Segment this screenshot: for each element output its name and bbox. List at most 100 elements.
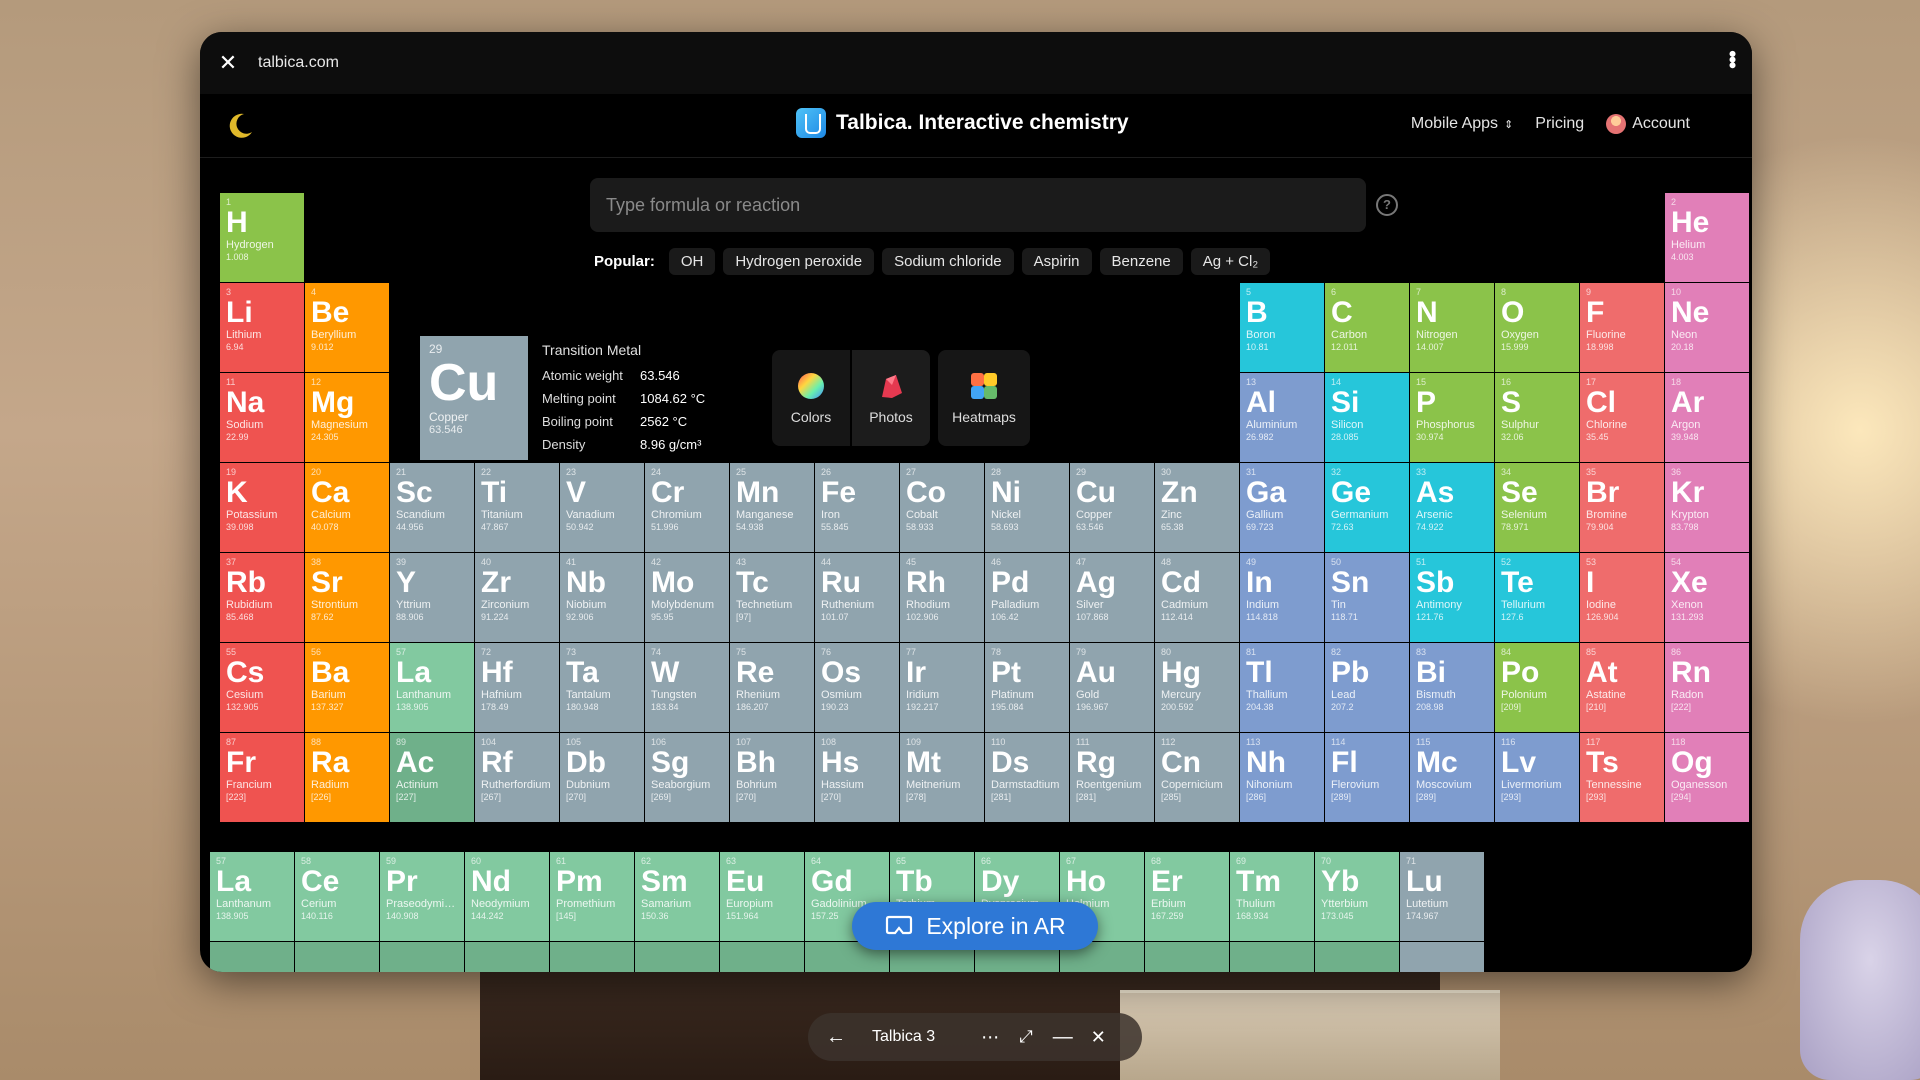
window-title[interactable]: Talbica 3	[872, 1028, 935, 1046]
actinide-row-tile[interactable]	[380, 942, 464, 972]
actinide-row-tile[interactable]	[210, 942, 294, 972]
element-tile-fe[interactable]: 26 Fe Iron 55.845	[815, 463, 899, 552]
close-window-icon[interactable]: ✕	[1091, 1027, 1106, 1048]
element-tile-in[interactable]: 49 In Indium 114.818	[1240, 553, 1324, 642]
actinide-row-tile[interactable]	[1230, 942, 1314, 972]
element-tile-zn[interactable]: 30 Zn Zinc 65.38	[1155, 463, 1239, 552]
element-tile-hs[interactable]: 108 Hs Hassium [270]	[815, 733, 899, 822]
element-tile-nd[interactable]: 60 Nd Neodymium 144.242	[465, 852, 549, 941]
element-tile-ge[interactable]: 32 Ge Germanium 72.63	[1325, 463, 1409, 552]
element-tile-ce[interactable]: 58 Ce Cerium 140.116	[295, 852, 379, 941]
selected-element-tile[interactable]: 29 Cu Copper 63.546	[420, 336, 528, 460]
element-tile-ni[interactable]: 28 Ni Nickel 58.693	[985, 463, 1069, 552]
element-tile-ds[interactable]: 110 Ds Darmstadtium [281]	[985, 733, 1069, 822]
popular-chip[interactable]: Ag + Cl₂	[1190, 248, 1271, 275]
element-tile-ru[interactable]: 44 Ru Ruthenium 101.07	[815, 553, 899, 642]
element-tile-p[interactable]: 15 P Phosphorus 30.974	[1410, 373, 1494, 462]
element-tile-mn[interactable]: 25 Mn Manganese 54.938	[730, 463, 814, 552]
nav-mobile-apps[interactable]: Mobile Apps ⇕	[1411, 115, 1513, 133]
actinide-row-tile[interactable]	[720, 942, 804, 972]
element-tile-at[interactable]: 85 At Astatine [210]	[1580, 643, 1664, 732]
element-tile-ne[interactable]: 10 Ne Neon 20.18	[1665, 283, 1749, 372]
element-tile-co[interactable]: 27 Co Cobalt 58.933	[900, 463, 984, 552]
popular-chip[interactable]: Benzene	[1099, 248, 1183, 275]
element-tile-s[interactable]: 16 S Sulphur 32.06	[1495, 373, 1579, 462]
nav-account[interactable]: Account	[1606, 114, 1690, 134]
element-tile-cn[interactable]: 112 Cn Copernicium [285]	[1155, 733, 1239, 822]
element-tile-la[interactable]: 57 La Lanthanum 138.905	[390, 643, 474, 732]
minimize-icon[interactable]: —	[1053, 1026, 1073, 1049]
element-tile-al[interactable]: 13 Al Aluminium 26.982	[1240, 373, 1324, 462]
element-tile-bh[interactable]: 107 Bh Bohrium [270]	[730, 733, 814, 822]
help-icon[interactable]: ?	[1376, 194, 1398, 216]
element-tile-tm[interactable]: 69 Tm Thulium 168.934	[1230, 852, 1314, 941]
element-tile-mc[interactable]: 115 Mc Moscovium [289]	[1410, 733, 1494, 822]
element-tile-cd[interactable]: 48 Cd Cadmium 112.414	[1155, 553, 1239, 642]
more-menu-icon[interactable]: •••	[1720, 50, 1745, 67]
more-dots-icon[interactable]: ⋯	[981, 1027, 999, 1048]
actinide-row-tile[interactable]	[1145, 942, 1229, 972]
actinide-row-tile[interactable]	[635, 942, 719, 972]
expand-icon[interactable]: ⤢	[1019, 1027, 1033, 1047]
element-tile-os[interactable]: 76 Os Osmium 190.23	[815, 643, 899, 732]
element-tile-sb[interactable]: 51 Sb Antimony 121.76	[1410, 553, 1494, 642]
element-tile-as[interactable]: 33 As Arsenic 74.922	[1410, 463, 1494, 552]
element-tile-rh[interactable]: 45 Rh Rhodium 102.906	[900, 553, 984, 642]
element-tile-rn[interactable]: 86 Rn Radon [222]	[1665, 643, 1749, 732]
element-tile-hf[interactable]: 72 Hf Hafnium 178.49	[475, 643, 559, 732]
element-tile-pt[interactable]: 78 Pt Platinum 195.084	[985, 643, 1069, 732]
nav-pricing[interactable]: Pricing	[1535, 115, 1584, 133]
actinide-row-tile[interactable]	[465, 942, 549, 972]
element-tile-na[interactable]: 11 Na Sodium 22.99	[220, 373, 304, 462]
element-tile-ga[interactable]: 31 Ga Gallium 69.723	[1240, 463, 1324, 552]
element-tile-yb[interactable]: 70 Yb Ytterbium 173.045	[1315, 852, 1399, 941]
element-tile-ca[interactable]: 20 Ca Calcium 40.078	[305, 463, 389, 552]
actinide-row-tile[interactable]	[295, 942, 379, 972]
popular-chip[interactable]: OH	[668, 248, 716, 275]
moon-icon[interactable]	[222, 108, 258, 144]
back-arrow-icon[interactable]: ←	[826, 1026, 846, 1049]
element-tile-v[interactable]: 23 V Vanadium 50.942	[560, 463, 644, 552]
element-tile-ag[interactable]: 47 Ag Silver 107.868	[1070, 553, 1154, 642]
element-tile-re[interactable]: 75 Re Rhenium 186.207	[730, 643, 814, 732]
element-tile-w[interactable]: 74 W Tungsten 183.84	[645, 643, 729, 732]
heatmaps-button[interactable]: Heatmaps	[938, 350, 1030, 446]
element-tile-bi[interactable]: 83 Bi Bismuth 208.98	[1410, 643, 1494, 732]
element-tile-he[interactable]: 2 He Helium 4.003	[1665, 193, 1749, 282]
popular-chip[interactable]: Aspirin	[1021, 248, 1092, 275]
element-tile-fr[interactable]: 87 Fr Francium [223]	[220, 733, 304, 822]
element-tile-ac[interactable]: 89 Ac Actinium [227]	[390, 733, 474, 822]
element-tile-cr[interactable]: 24 Cr Chromium 51.996	[645, 463, 729, 552]
element-tile-b[interactable]: 5 B Boron 10.81	[1240, 283, 1324, 372]
element-tile-h[interactable]: 1 H Hydrogen 1.008	[220, 193, 304, 282]
element-tile-n[interactable]: 7 N Nitrogen 14.007	[1410, 283, 1494, 372]
element-tile-pm[interactable]: 61 Pm Promethium [145]	[550, 852, 634, 941]
element-tile-ra[interactable]: 88 Ra Radium [226]	[305, 733, 389, 822]
element-tile-xe[interactable]: 54 Xe Xenon 131.293	[1665, 553, 1749, 642]
element-tile-tc[interactable]: 43 Tc Technetium [97]	[730, 553, 814, 642]
element-tile-po[interactable]: 84 Po Polonium [209]	[1495, 643, 1579, 732]
element-tile-zr[interactable]: 40 Zr Zirconium 91.224	[475, 553, 559, 642]
close-icon[interactable]: ✕	[200, 32, 256, 94]
element-tile-nh[interactable]: 113 Nh Nihonium [286]	[1240, 733, 1324, 822]
element-tile-y[interactable]: 39 Y Yttrium 88.906	[390, 553, 474, 642]
photos-button[interactable]: Photos	[852, 350, 930, 446]
element-tile-au[interactable]: 79 Au Gold 196.967	[1070, 643, 1154, 732]
element-tile-sc[interactable]: 21 Sc Scandium 44.956	[390, 463, 474, 552]
element-tile-pb[interactable]: 82 Pb Lead 207.2	[1325, 643, 1409, 732]
actinide-row-tile[interactable]	[1315, 942, 1399, 972]
element-tile-mo[interactable]: 42 Mo Molybdenum 95.95	[645, 553, 729, 642]
colors-button[interactable]: Colors	[772, 350, 850, 446]
element-tile-er[interactable]: 68 Er Erbium 167.259	[1145, 852, 1229, 941]
element-tile-pd[interactable]: 46 Pd Palladium 106.42	[985, 553, 1069, 642]
element-tile-br[interactable]: 35 Br Bromine 79.904	[1580, 463, 1664, 552]
site-logo[interactable]: Talbica. Interactive chemistry	[796, 108, 1129, 138]
element-tile-mt[interactable]: 109 Mt Meitnerium [278]	[900, 733, 984, 822]
actinide-row-tile[interactable]	[1400, 942, 1484, 972]
element-tile-ir[interactable]: 77 Ir Iridium 192.217	[900, 643, 984, 732]
explore-ar-button[interactable]: Explore in AR	[852, 902, 1098, 950]
element-tile-o[interactable]: 8 O Oxygen 15.999	[1495, 283, 1579, 372]
element-tile-te[interactable]: 52 Te Tellurium 127.6	[1495, 553, 1579, 642]
element-tile-ba[interactable]: 56 Ba Barium 137.327	[305, 643, 389, 732]
element-tile-be[interactable]: 4 Be Beryllium 9.012	[305, 283, 389, 372]
